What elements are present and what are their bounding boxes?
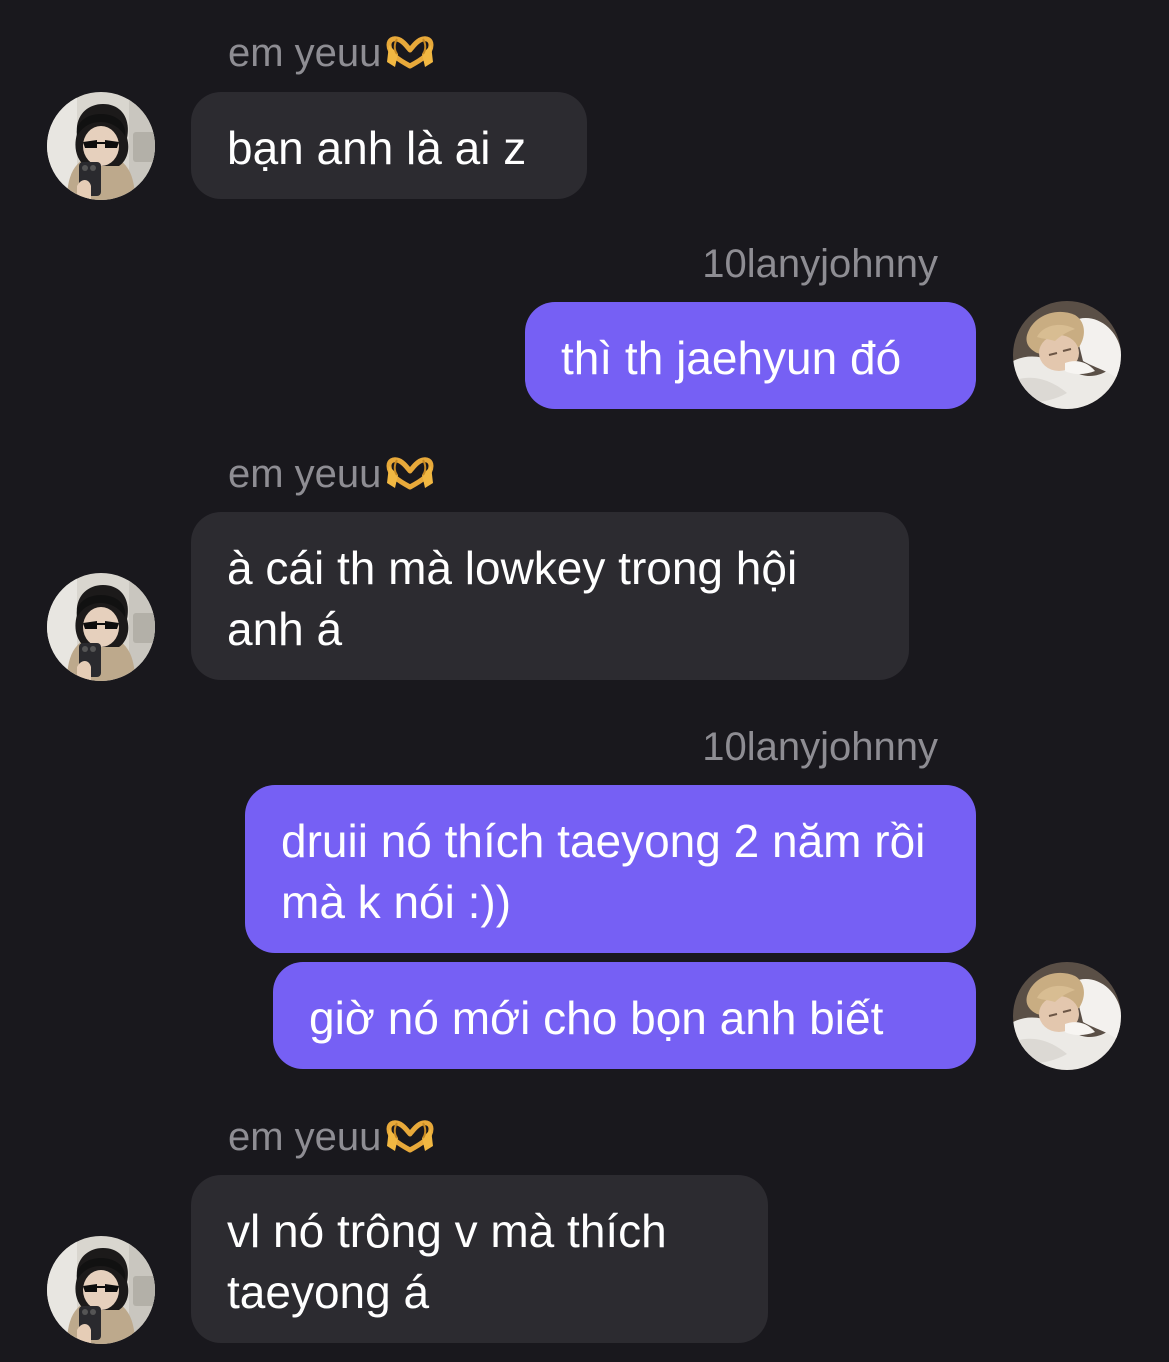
avatar[interactable] — [47, 92, 155, 200]
heart-hands-icon — [385, 1120, 435, 1154]
message-bubble-incoming[interactable]: vl nó trông v mà thích taeyong á — [191, 1175, 768, 1343]
message-bubble-outgoing[interactable]: thì th jaehyun đó — [525, 302, 976, 409]
message-bubble-incoming[interactable]: à cái th mà lowkey trong hội anh á — [191, 512, 909, 680]
heart-hands-icon — [385, 457, 435, 491]
message-bubble-outgoing[interactable]: druii nó thích taeyong 2 năm rồi mà k nó… — [245, 785, 976, 953]
sender-name-label: em yeuu — [228, 1113, 435, 1161]
avatar[interactable] — [47, 573, 155, 681]
sender-name-label: 10lanyjohnny — [702, 725, 938, 769]
heart-hands-icon — [385, 36, 435, 70]
message-text: bạn anh là ai z — [227, 122, 527, 174]
message-bubble-incoming[interactable]: bạn anh là ai z — [191, 92, 587, 199]
message-text: vl nó trông v mà thích taeyong á — [227, 1205, 667, 1318]
avatar[interactable] — [47, 1236, 155, 1344]
message-text: giờ nó mới cho bọn anh biết — [309, 992, 884, 1044]
message-text: à cái th mà lowkey trong hội anh á — [227, 542, 798, 655]
avatar[interactable] — [1013, 301, 1121, 409]
message-text: druii nó thích taeyong 2 năm rồi mà k nó… — [281, 815, 926, 928]
sender-name-label: em yeuu — [228, 450, 435, 498]
avatar[interactable] — [1013, 962, 1121, 1070]
chat-thread: em yeuu bạn anh là ai z 10lanyjohnny thì… — [0, 0, 1169, 1362]
message-text: thì th jaehyun đó — [561, 332, 902, 384]
sender-name-label: 10lanyjohnny — [702, 242, 938, 286]
message-bubble-outgoing[interactable]: giờ nó mới cho bọn anh biết — [273, 962, 976, 1069]
sender-name-label: em yeuu — [228, 29, 435, 77]
